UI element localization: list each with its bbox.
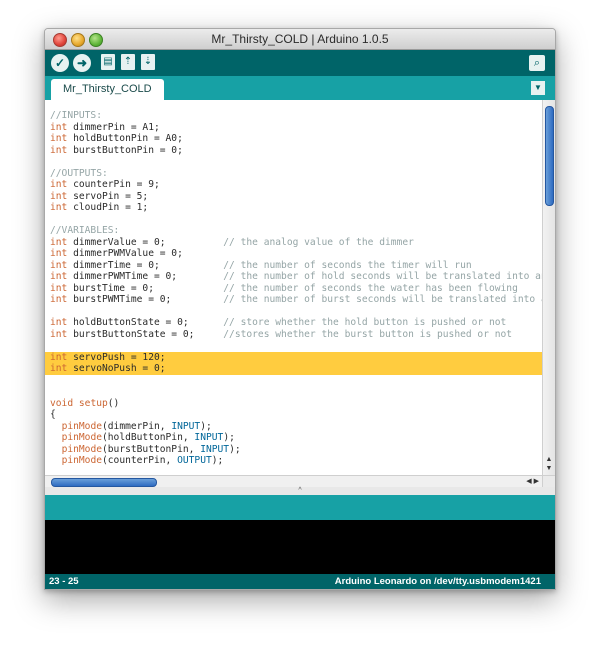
tab-sketch[interactable]: Mr_Thirsty_COLD [51,79,164,100]
tab-menu-button[interactable]: ▼ [531,81,545,95]
message-area [45,495,555,520]
code-line[interactable]: pinMode(burstButtonPin, INPUT); [50,444,543,456]
code-line[interactable]: //VARIABLES: [50,225,543,237]
serial-monitor-icon: ⌕ [533,57,541,69]
board-port-indicator: Arduino Leonardo on /dev/tty.usbmodem142… [334,576,541,587]
code-line[interactable] [50,386,543,398]
code-line[interactable]: int burstButtonPin = 0; [50,145,543,157]
code-text[interactable]: //INPUTS: int dimmerPin = A1; int holdButt… [45,110,543,467]
upload-button[interactable]: ➜ [73,54,91,72]
code-editor[interactable]: //INPUTS: int dimmerPin = A1; int holdButt… [45,100,543,475]
code-line[interactable]: int servoPush = 120; [45,351,543,363]
code-line[interactable]: int servoPin = 5; [50,191,543,203]
arduino-ide-window: Mr_Thirsty_COLD | Arduino 1.0.5 ✓ ➜ ▤ ⇡ … [44,28,556,590]
code-line[interactable]: //OUTPUTS: [50,168,543,180]
code-line[interactable]: pinMode(holdButtonPin, INPUT); [50,432,543,444]
chevron-down-icon: ▼ [534,83,542,92]
open-button[interactable]: ⇡ [121,54,135,70]
code-line[interactable] [50,214,543,226]
new-sketch-button[interactable]: ▤ [101,54,115,70]
code-line[interactable]: pinMode(counterPin, OUTPUT); [50,455,543,467]
save-icon: ⇣ [143,56,153,67]
code-line[interactable] [50,375,543,387]
toolbar: ✓ ➜ ▤ ⇡ ⇣ ⌕ [45,50,555,76]
status-bar: 23 - 25 Arduino Leonardo on /dev/tty.usb… [45,574,555,589]
tab-label: Mr_Thirsty_COLD [63,83,152,95]
code-line[interactable]: int dimmerPin = A1; [50,122,543,134]
window-title: Mr_Thirsty_COLD | Arduino 1.0.5 [211,32,389,46]
code-line[interactable]: int burstTime = 0; // the number of seco… [50,283,543,295]
open-icon: ⇡ [123,56,133,67]
vertical-scrollbar-thumb[interactable] [545,106,554,206]
serial-monitor-button[interactable]: ⌕ [529,55,545,71]
line-selection-indicator: 23 - 25 [49,576,79,587]
code-line[interactable]: void setup() [50,398,543,410]
horizontal-scrollbar-thumb[interactable] [51,478,157,487]
scroll-arrows-icon[interactable]: ▲ ▼ [545,455,553,473]
code-line[interactable]: int dimmerPWMValue = 0; [50,248,543,260]
code-line[interactable] [50,306,543,318]
code-line[interactable]: int servoNoPush = 0; [45,363,543,375]
vertical-scrollbar[interactable]: ▲ ▼ [542,100,555,475]
code-line[interactable]: { [50,409,543,421]
code-line[interactable]: int holdButtonState = 0; // store whethe… [50,317,543,329]
caret-up-icon: ^ [298,487,302,494]
code-line[interactable]: //INPUTS: [50,110,543,122]
code-line[interactable]: int dimmerTime = 0; // the number of sec… [50,260,543,272]
title-bar[interactable]: Mr_Thirsty_COLD | Arduino 1.0.5 [45,29,555,50]
code-line[interactable]: int dimmerPWMTime = 0; // the number of … [50,271,543,283]
code-line[interactable]: int counterPin = 9; [50,179,543,191]
code-line[interactable]: int dimmerValue = 0; // the analog value… [50,237,543,249]
save-button[interactable]: ⇣ [141,54,155,70]
code-line[interactable]: pinMode(dimmerPin, INPUT); [50,421,543,433]
verify-button[interactable]: ✓ [51,54,69,72]
code-line[interactable]: int burstButtonState = 0; //stores wheth… [50,329,543,341]
code-line[interactable] [50,340,543,352]
code-line[interactable]: int cloudPin = 1; [50,202,543,214]
code-line[interactable]: int burstPWMTime = 0; // the number of b… [50,294,543,306]
code-line[interactable] [50,156,543,168]
tab-bar: Mr_Thirsty_COLD ▼ [45,76,555,100]
console-output[interactable] [45,520,555,574]
verify-icon: ✓ [54,56,66,70]
new-sketch-icon: ▤ [103,56,113,67]
upload-icon: ➜ [76,56,88,70]
code-line[interactable]: int holdButtonPin = A0; [50,133,543,145]
